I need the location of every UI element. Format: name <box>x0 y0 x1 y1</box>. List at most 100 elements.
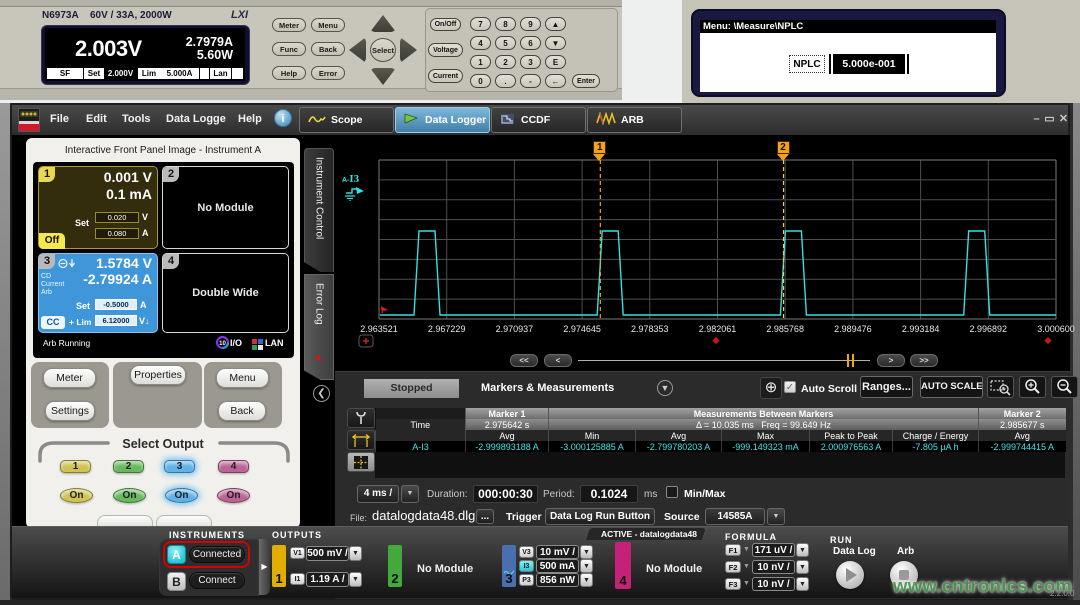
numpad-dot[interactable]: . <box>495 74 516 88</box>
scroll-left-button[interactable]: < <box>544 354 572 367</box>
numpad-minus[interactable]: - <box>520 74 541 88</box>
v1-scale-field[interactable]: 500 mV / <box>306 546 349 561</box>
p3-scale-arrow-icon[interactable]: ▼ <box>580 573 593 587</box>
channel-2-box[interactable]: 2 No Module <box>162 166 289 249</box>
hw-down-arrow-button[interactable] <box>370 68 396 85</box>
output-1-on-button[interactable]: On <box>60 488 93 503</box>
hw-current-button[interactable]: Current <box>428 69 463 83</box>
channel-1-current-set-field[interactable]: 0.080 <box>95 228 139 239</box>
close-icon[interactable]: ✕ <box>1057 113 1070 126</box>
tab-scope[interactable]: Scope <box>299 107 394 133</box>
hw-error-button[interactable]: Error <box>311 66 345 80</box>
f1-dropdown-arrow-icon[interactable]: ▼ <box>743 546 750 553</box>
markers-tool-icon[interactable] <box>347 430 375 450</box>
select-output-3-button[interactable]: 3 <box>164 460 195 473</box>
hw-select-button[interactable]: Select <box>370 38 396 62</box>
menu-data-logger[interactable]: Data Logge <box>166 113 226 125</box>
minimize-icon[interactable]: – <box>1030 113 1043 126</box>
f2-scale-field[interactable]: 10 nV / <box>752 560 795 574</box>
p3-scale-field[interactable]: 856 nW <box>536 573 579 587</box>
numpad-6[interactable]: 6 <box>520 36 541 50</box>
f3-dropdown-arrow-icon[interactable]: ▼ <box>743 580 750 587</box>
tab-arb[interactable]: ARB <box>587 107 682 133</box>
hw-meter-button[interactable]: Meter <box>272 18 306 32</box>
fp-meter-button[interactable]: Meter <box>43 368 96 388</box>
channel-1-off-tag[interactable]: Off <box>39 233 65 249</box>
menu-file[interactable]: File <box>50 113 69 125</box>
i3-scale-field[interactable]: 500 mA <box>536 559 579 573</box>
zoom-in-icon[interactable] <box>1019 376 1046 398</box>
ranges-button[interactable]: Ranges... <box>860 376 913 398</box>
numpad-9[interactable]: 9 <box>520 17 541 31</box>
output-3-on-button[interactable]: On <box>165 488 198 503</box>
select-output-2-button[interactable]: 2 <box>113 460 144 473</box>
numpad-7[interactable]: 7 <box>470 17 491 31</box>
fp-back-button[interactable]: Back <box>218 401 266 421</box>
instrument-a-connected-button[interactable]: Connected <box>189 546 245 563</box>
period-field[interactable]: 0.1024 <box>580 485 638 503</box>
channel-1-box[interactable]: 1 0.001 V 0.1 mA Set 0.020 V 0.080 A Off <box>38 166 158 249</box>
fp-menu-button[interactable]: Menu <box>216 368 269 388</box>
datalog-play-button[interactable] <box>836 561 864 589</box>
source-dropdown-arrow-icon[interactable]: ▼ <box>767 508 785 525</box>
f2-dropdown-arrow-icon[interactable]: ▼ <box>743 563 750 570</box>
f3-scale-arrow-icon[interactable]: ▼ <box>796 577 809 591</box>
collapse-panel-icon[interactable]: ❮ <box>313 385 330 402</box>
numpad-3[interactable]: 3 <box>520 55 541 69</box>
fp-settings-button[interactable]: Settings <box>45 401 95 421</box>
numpad-0[interactable]: 0 <box>470 74 491 88</box>
datalog-chart[interactable]: A-I3 2.9635212.9672292.9709372.9746452.9… <box>335 135 1070 371</box>
menu-tools[interactable]: Tools <box>122 113 151 125</box>
select-output-4-button[interactable]: 4 <box>218 460 249 473</box>
duration-field[interactable]: 000:00:30 <box>473 485 538 503</box>
properties-tool-icon[interactable] <box>347 408 375 428</box>
auto-scale-button[interactable]: AUTO SCALE <box>920 376 983 398</box>
hw-onoff-button[interactable]: On/Off <box>430 18 461 31</box>
numpad-e[interactable]: E <box>545 55 566 69</box>
output-2-on-button[interactable]: On <box>113 488 146 503</box>
hw-menu-button[interactable]: Menu <box>311 18 345 32</box>
scroll-right-button[interactable]: > <box>877 354 905 367</box>
instrument-control-tab[interactable]: Instrument Control <box>304 148 334 272</box>
fp-properties-button[interactable]: Properties <box>130 365 186 385</box>
f1-scale-arrow-icon[interactable]: ▼ <box>796 543 809 557</box>
timebase-dropdown[interactable]: 4 ms / <box>357 485 399 503</box>
scroll-far-right-button[interactable]: >> <box>910 354 938 367</box>
f2-scale-arrow-icon[interactable]: ▼ <box>796 560 809 574</box>
maximize-icon[interactable]: ▭ <box>1043 113 1056 126</box>
hw-back-button[interactable]: Back <box>311 42 345 56</box>
i1-scale-field[interactable]: 1.19 A / <box>306 572 349 587</box>
numpad-4[interactable]: 4 <box>470 36 491 50</box>
marker-2-handle[interactable]: 2 <box>777 141 790 160</box>
hw-voltage-button[interactable]: Voltage <box>428 43 463 57</box>
marker-1-handle[interactable]: 1 <box>593 141 606 160</box>
view-selector-label[interactable]: Markers & Measurements <box>481 382 614 394</box>
v3-scale-field[interactable]: 10 mV / <box>536 545 579 559</box>
numpad-up-icon[interactable]: ▲ <box>545 17 566 31</box>
channel-1-voltage-set-field[interactable]: 0.020 <box>95 212 139 223</box>
error-log-tab[interactable]: Error Log ◆ <box>304 274 334 380</box>
f1-scale-field[interactable]: 171 uV / <box>752 543 795 557</box>
trigger-dropdown[interactable]: Data Log Run Button ▼ <box>545 508 655 525</box>
numpad-1[interactable]: 1 <box>470 55 491 69</box>
info-icon[interactable]: i <box>274 109 292 127</box>
hw-help-button[interactable]: Help <box>272 66 306 80</box>
chevron-down-icon[interactable]: ▼ <box>657 380 673 396</box>
numpad-5[interactable]: 5 <box>495 36 516 50</box>
numpad-backspace-icon[interactable]: ← <box>545 74 566 88</box>
scroll-track[interactable] <box>578 360 870 361</box>
source-dropdown[interactable]: 14585A <box>705 508 765 525</box>
v3-scale-arrow-icon[interactable]: ▼ <box>580 545 593 559</box>
hw-up-arrow-button[interactable] <box>370 15 396 32</box>
numpad-down-icon[interactable]: ▼ <box>545 36 566 50</box>
numpad-2[interactable]: 2 <box>495 55 516 69</box>
scroll-handle[interactable] <box>847 354 854 367</box>
channel-3-box[interactable]: 3 1.5784 V -2.79924 A CDCurrentArb Set -… <box>38 253 158 333</box>
zoom-out-icon[interactable] <box>1051 376 1078 398</box>
nplc-field-value[interactable]: 5.000e-001 <box>829 54 909 74</box>
instruments-expander[interactable]: ▶ <box>259 539 270 595</box>
hw-enter-button[interactable]: Enter <box>572 74 600 88</box>
add-marker-icon[interactable]: ⊕ <box>760 377 782 399</box>
channel-3-current-set-field[interactable]: -0.5000 <box>95 299 137 310</box>
minmax-checkbox[interactable] <box>666 486 678 498</box>
